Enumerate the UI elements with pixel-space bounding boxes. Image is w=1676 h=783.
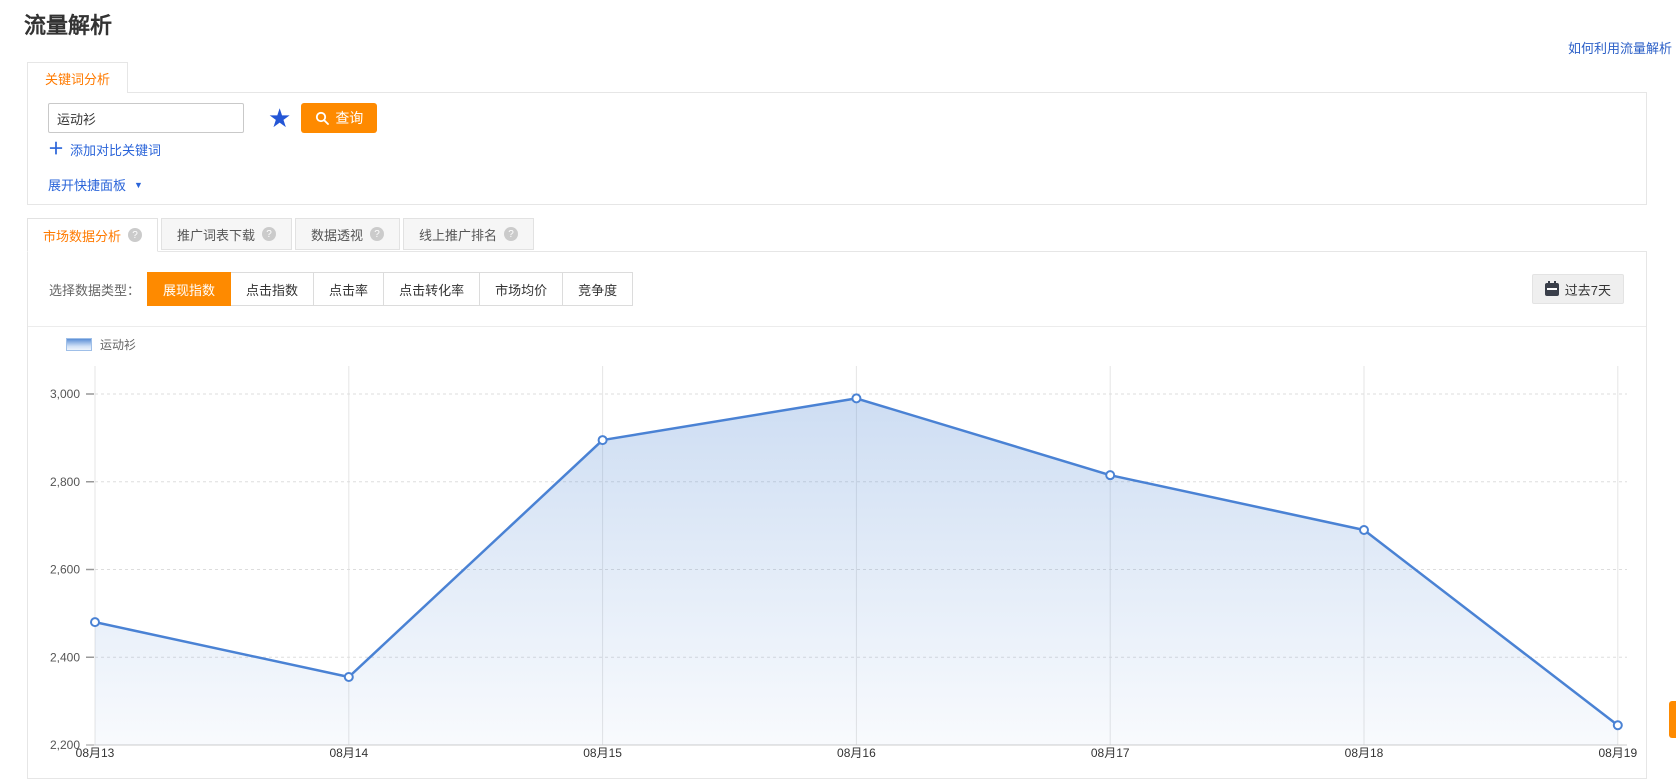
plus-icon: ＋ [48, 142, 64, 158]
trend-chart[interactable]: 2,2002,4002,6002,8003,00008月1308月1408月15… [28, 356, 1646, 778]
data-type-impression-index[interactable]: 展现指数 [147, 272, 231, 306]
legend-label: 运动衫 [100, 336, 136, 353]
tab-data-pivot-label: 数据透视 [311, 225, 363, 244]
expand-quick-panel-label: 展开快捷面板 [48, 175, 126, 194]
keyword-panel: ★ 查询 ＋ 添加对比关键词 展开快捷面板 ▼ [27, 92, 1647, 205]
add-compare-keyword-link[interactable]: ＋ 添加对比关键词 [48, 140, 161, 159]
chevron-down-icon: ▼ [134, 180, 143, 190]
chart-point[interactable] [1360, 526, 1368, 534]
add-compare-keyword-label: 添加对比关键词 [70, 140, 161, 159]
data-type-selector: 选择数据类型： 展现指数 点击指数 点击率 点击转化率 市场均价 竞争度 [49, 272, 633, 306]
chart-point[interactable] [91, 618, 99, 626]
data-type-label: 选择数据类型： [49, 280, 140, 299]
data-type-competition[interactable]: 竞争度 [562, 272, 633, 306]
x-axis-label: 08月15 [583, 746, 622, 760]
help-question-icon[interactable]: ? [504, 227, 518, 241]
divider [28, 326, 1646, 327]
page-title: 流量解析 [24, 8, 112, 40]
chart-point[interactable] [599, 436, 607, 444]
data-type-market-avg-price[interactable]: 市场均价 [479, 272, 563, 306]
tab-online-promo-ranking-label: 线上推广排名 [419, 225, 497, 244]
favorite-star-icon[interactable]: ★ [268, 105, 291, 131]
legend-swatch-icon [66, 338, 92, 351]
x-axis-label: 08月19 [1598, 746, 1637, 760]
tab-data-pivot[interactable]: 数据透视 ? [295, 218, 400, 250]
y-axis-label: 2,600 [50, 563, 80, 577]
date-range-button[interactable]: 过去7天 [1532, 274, 1624, 304]
data-type-click-index[interactable]: 点击指数 [230, 272, 314, 306]
series-area [95, 398, 1618, 745]
help-question-icon[interactable]: ? [370, 227, 384, 241]
x-axis-label: 08月16 [837, 746, 876, 760]
tab-promo-wordlist-download-label: 推广词表下载 [177, 225, 255, 244]
floating-side-tab-partial[interactable] [1669, 701, 1676, 738]
chart-legend[interactable]: 运动衫 [66, 336, 136, 353]
chart-point[interactable] [1106, 471, 1114, 479]
x-axis-label: 08月17 [1091, 746, 1130, 760]
analysis-tabs: 市场数据分析 ? 推广词表下载 ? 数据透视 ? 线上推广排名 ? [27, 218, 534, 252]
x-axis-label: 08月13 [76, 746, 115, 760]
help-question-icon[interactable]: ? [262, 227, 276, 241]
search-icon [315, 111, 329, 125]
chart-point[interactable] [852, 394, 860, 402]
query-button-label: 查询 [335, 108, 363, 128]
x-axis-label: 08月18 [1345, 746, 1384, 760]
trend-chart-area: 2,2002,4002,6002,8003,00008月1308月1408月15… [28, 356, 1646, 778]
y-axis-label: 3,000 [50, 387, 80, 401]
query-button[interactable]: 查询 [301, 103, 377, 133]
chart-point[interactable] [1614, 721, 1622, 729]
chart-point[interactable] [345, 673, 353, 681]
help-question-icon[interactable]: ? [128, 228, 142, 242]
data-type-click-conversion-rate[interactable]: 点击转化率 [383, 272, 480, 306]
tab-keyword-analysis[interactable]: 关键词分析 [27, 62, 128, 93]
expand-quick-panel-link[interactable]: 展开快捷面板 ▼ [48, 175, 143, 194]
tab-market-data-analysis[interactable]: 市场数据分析 ? [27, 218, 158, 252]
tab-promo-wordlist-download[interactable]: 推广词表下载 ? [161, 218, 292, 250]
chart-panel: 选择数据类型： 展现指数 点击指数 点击率 点击转化率 市场均价 竞争度 过去7… [27, 251, 1647, 779]
x-axis-label: 08月14 [329, 746, 368, 760]
help-link[interactable]: 如何利用流量解析 [1568, 38, 1672, 57]
keyword-input[interactable] [48, 103, 244, 133]
y-axis-label: 2,400 [50, 650, 80, 664]
tab-market-data-analysis-label: 市场数据分析 [43, 226, 121, 245]
keyword-row: ★ 查询 [48, 103, 377, 133]
tab-keyword-analysis-label: 关键词分析 [45, 69, 110, 88]
data-type-button-group: 展现指数 点击指数 点击率 点击转化率 市场均价 竞争度 [148, 272, 633, 306]
date-range-label: 过去7天 [1565, 280, 1611, 299]
calendar-icon [1545, 283, 1559, 296]
tab-online-promo-ranking[interactable]: 线上推广排名 ? [403, 218, 534, 250]
y-axis-label: 2,800 [50, 475, 80, 489]
data-type-click-rate[interactable]: 点击率 [313, 272, 384, 306]
